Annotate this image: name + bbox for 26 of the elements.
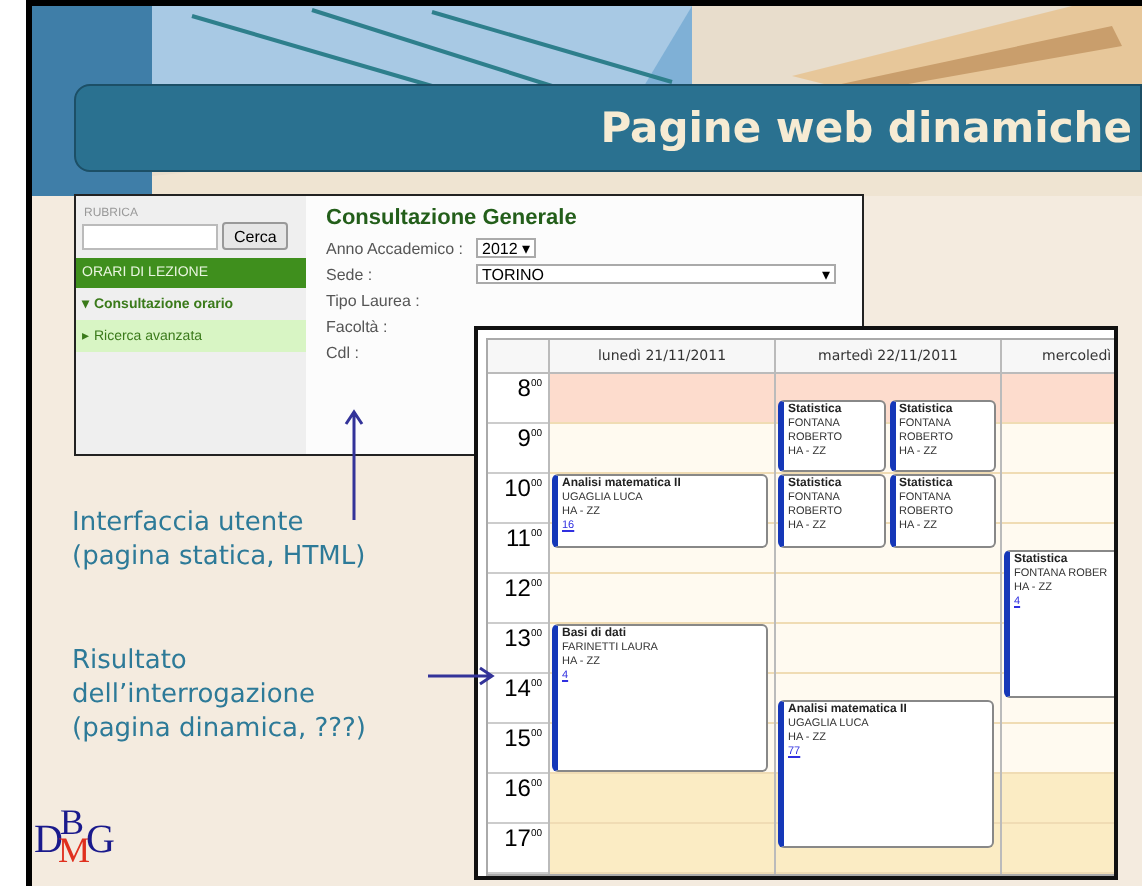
arrow-icon <box>344 408 364 520</box>
header-corner <box>488 340 548 374</box>
field-label: Facoltà : <box>326 317 390 335</box>
annotation: Interfaccia utente (pagina statica, HTML) <box>72 506 366 574</box>
location-select[interactable]: TORINO ▾ <box>476 264 836 284</box>
hour-cell: 16$^{00}$ <box>488 774 548 824</box>
search-button[interactable]: Cerca <box>222 222 289 250</box>
arrow-icon <box>428 666 496 686</box>
hour-cell: 14$^{00}$ <box>488 674 548 724</box>
field-label: Tipo Laurea : <box>326 291 422 309</box>
hour-cell: 12$^{00}$ <box>488 574 548 624</box>
field-label: Anno Accademico : <box>326 239 465 257</box>
hour-cell: 15$^{00}$ <box>488 724 548 774</box>
search-field[interactable] <box>82 223 218 249</box>
year-select[interactable]: 2012 ▾ <box>476 238 536 258</box>
field-label: Sede : <box>326 265 375 283</box>
hour-cell: 9$^{00}$ <box>488 424 548 474</box>
annotation: Risultato dell’interrogazione (pagina dinamica, ???) <box>72 644 366 746</box>
hour-cell: 17$^{00}$ <box>488 824 548 874</box>
form-heading: Consultazione Generale <box>326 206 579 230</box>
slide-title: Pagine web dinamiche <box>600 104 1132 152</box>
hour-cell: 10$^{00}$ <box>488 474 548 524</box>
hour-cell: 11$^{00}$ <box>488 524 548 574</box>
hour-cell: 13$^{00}$ <box>488 624 548 674</box>
hour-cell: 8$^{00}$ <box>488 374 548 424</box>
field-label: Cdl : <box>326 343 361 361</box>
